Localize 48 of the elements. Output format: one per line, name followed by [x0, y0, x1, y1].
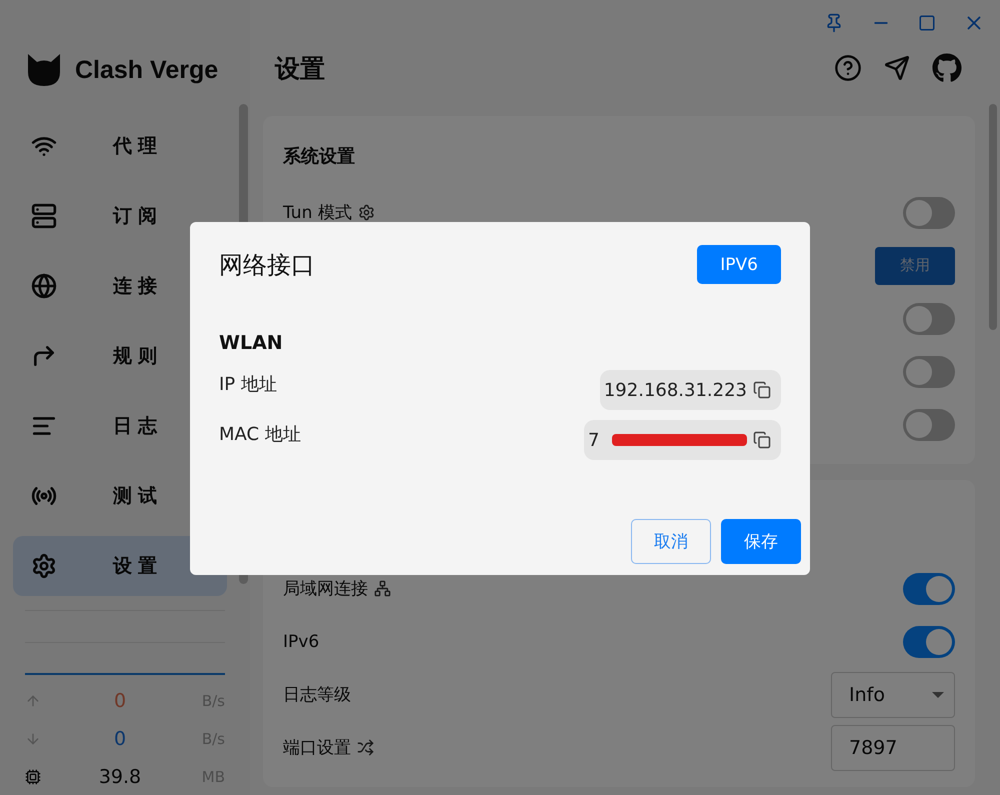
copy-icon[interactable]	[753, 431, 771, 449]
setting-label: IPv6	[283, 632, 320, 652]
address-field: 7	[584, 420, 781, 460]
globe-icon	[31, 273, 57, 299]
app-name: Clash Verge	[75, 56, 218, 84]
chip-icon	[25, 768, 41, 784]
toggle-switch[interactable]	[903, 356, 955, 388]
paper-plane-icon[interactable]	[884, 55, 910, 81]
scrollbar[interactable]	[989, 104, 997, 330]
toggle-switch[interactable]	[903, 572, 955, 604]
ipv6-button[interactable]: IPV6	[697, 245, 781, 284]
turn-arrow-icon	[31, 343, 57, 369]
help-icon[interactable]	[834, 54, 862, 82]
save-button[interactable]: 保存	[721, 519, 801, 564]
log-level-select[interactable]: Info	[831, 672, 955, 718]
toggle-switch[interactable]	[903, 196, 955, 228]
caret-icon	[932, 692, 944, 698]
network-icon[interactable]	[374, 580, 391, 597]
setting-label: 局域网连接	[283, 578, 368, 600]
address-field: 192.168.31.223	[600, 370, 781, 410]
setting-label: 日志等级	[283, 684, 351, 706]
toggle-switch[interactable]	[903, 302, 955, 334]
field-label: MAC 地址	[219, 423, 301, 446]
cat-logo-icon	[25, 52, 63, 88]
settings-icon	[31, 553, 57, 579]
nav-item[interactable]: 测试	[13, 466, 227, 526]
stat-value: 39.8	[98, 766, 142, 788]
nav-item[interactable]: 代理	[13, 116, 227, 176]
field-label: IP 地址	[219, 373, 277, 396]
cancel-button[interactable]: 取消	[631, 519, 711, 564]
settings-icon[interactable]	[358, 204, 375, 221]
github-icon[interactable]	[932, 53, 962, 83]
toggle-switch[interactable]	[903, 408, 955, 440]
server-icon	[31, 203, 57, 229]
card-title: 系统设置	[283, 145, 356, 168]
stat-value: 0	[112, 728, 128, 750]
stat-value: 0	[112, 690, 128, 712]
page-title: 设置	[275, 52, 325, 84]
maximize-icon[interactable]	[918, 14, 936, 32]
port-field[interactable]: 7897	[831, 724, 955, 770]
dialog-title: 网络接口	[219, 250, 315, 280]
interface-name: WLAN	[219, 332, 284, 354]
shuffle-icon[interactable]	[357, 739, 374, 756]
setting-label: 端口设置	[283, 737, 351, 759]
setting-label: Tun 模式	[283, 202, 352, 224]
nav-item[interactable]: 订阅	[13, 186, 227, 246]
copy-icon[interactable]	[753, 381, 771, 399]
toggle-switch[interactable]	[903, 626, 955, 658]
